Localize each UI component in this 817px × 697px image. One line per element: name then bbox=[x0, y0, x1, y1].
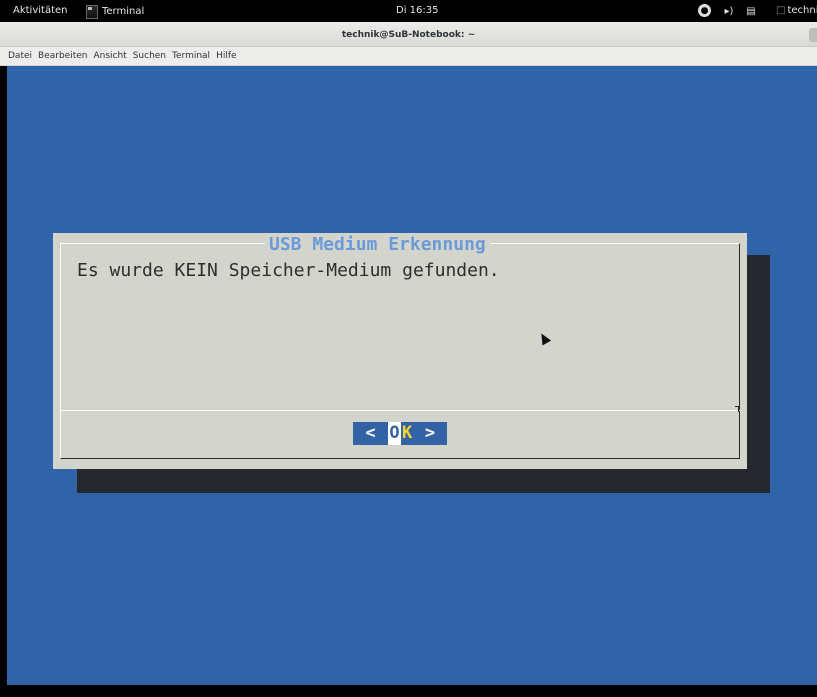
dialog-message: Es wurde KEIN Speicher-Medium gefunden. bbox=[77, 260, 500, 281]
menu-suchen[interactable]: Suchen bbox=[133, 51, 166, 61]
clock[interactable]: Di 16:35 bbox=[396, 5, 438, 16]
network-icon[interactable]: ▤ bbox=[746, 4, 756, 18]
ok-button-hotkey-k: K bbox=[401, 422, 413, 445]
close-icon[interactable] bbox=[809, 28, 817, 42]
user-menu[interactable]: □ techni bbox=[776, 5, 817, 16]
terminal-app-icon bbox=[86, 4, 98, 19]
dialog-title: USB Medium Erkennung bbox=[265, 233, 490, 257]
chat-icon: □ bbox=[776, 5, 786, 16]
menu-bearbeiten[interactable]: Bearbeiten bbox=[38, 51, 87, 61]
window-title: technik@SuB-Notebook: ~ bbox=[341, 30, 476, 40]
ok-button-o: O bbox=[388, 422, 401, 445]
app-menu[interactable]: Terminal bbox=[86, 3, 144, 20]
activities-button[interactable]: Aktivitäten bbox=[13, 5, 68, 16]
bottom-edge bbox=[0, 685, 817, 697]
separator-tick bbox=[735, 406, 739, 412]
menu-hilfe[interactable]: Hilfe bbox=[216, 51, 236, 61]
accessibility-icon[interactable]: ● bbox=[698, 4, 711, 17]
menu-ansicht[interactable]: Ansicht bbox=[93, 51, 126, 61]
ok-button[interactable]: < O K > bbox=[353, 422, 447, 445]
menu-terminal[interactable]: Terminal bbox=[172, 51, 210, 61]
volume-icon[interactable]: ▸) bbox=[722, 4, 736, 18]
ok-button-left-bracket: < bbox=[353, 422, 388, 445]
menu-bar: Datei Bearbeiten Ansicht Suchen Terminal… bbox=[0, 47, 817, 66]
dialog-separator bbox=[60, 410, 740, 411]
ok-button-right-bracket: > bbox=[413, 422, 447, 445]
menu-datei[interactable]: Datei bbox=[8, 51, 32, 61]
usb-dialog: USB Medium Erkennung Es wurde KEIN Speic… bbox=[53, 233, 747, 469]
window-titlebar[interactable]: technik@SuB-Notebook: ~ bbox=[0, 22, 817, 47]
user-name: techni bbox=[787, 5, 817, 16]
app-name: Terminal bbox=[102, 6, 145, 17]
top-bar: Aktivitäten Terminal Di 16:35 ● ▸) ▤ □ te… bbox=[0, 0, 817, 22]
